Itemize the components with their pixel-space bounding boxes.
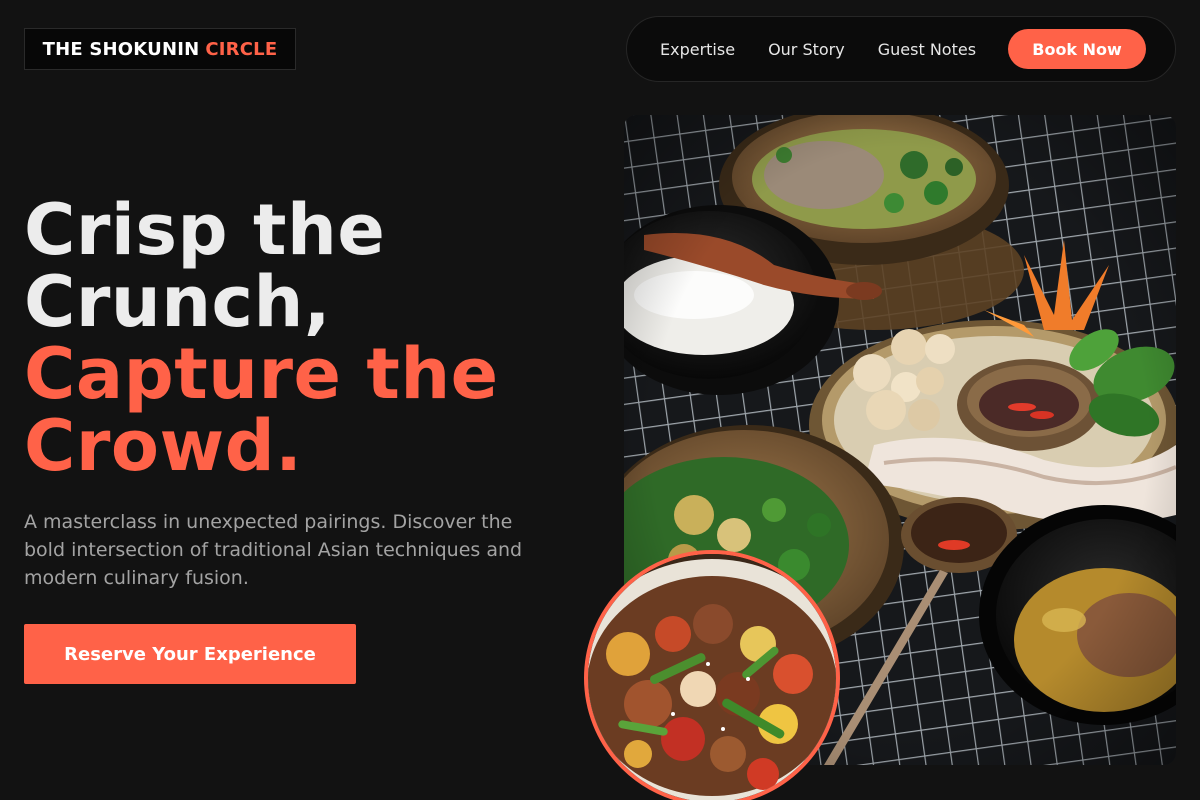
hero-description: A masterclass in unexpected pairings. Di…: [24, 511, 523, 589]
headline-line-4: Crowd.: [24, 405, 303, 487]
logo-text-main: THE SHOKUNIN: [42, 38, 200, 60]
hero-headline: Crisp the Crunch, Capture the Crowd.: [24, 194, 499, 482]
nav-link-guest-notes[interactable]: Guest Notes: [878, 40, 976, 59]
nav-link-expertise[interactable]: Expertise: [660, 40, 735, 59]
nav-link-our-story[interactable]: Our Story: [768, 40, 845, 59]
site-logo[interactable]: THE SHOKUNIN CIRCLE: [24, 28, 296, 70]
stir-fry-photo: [584, 550, 840, 800]
main-navigation: Expertise Our Story Guest Notes Book Now: [626, 16, 1176, 82]
book-now-button[interactable]: Book Now: [1008, 29, 1147, 69]
headline-line-3: Capture the: [24, 333, 499, 415]
reserve-experience-button[interactable]: Reserve Your Experience: [24, 624, 356, 684]
headline-line-1: Crisp the: [24, 189, 386, 271]
logo-text-accent: CIRCLE: [205, 38, 278, 60]
headline-line-2: Crunch,: [24, 261, 331, 343]
